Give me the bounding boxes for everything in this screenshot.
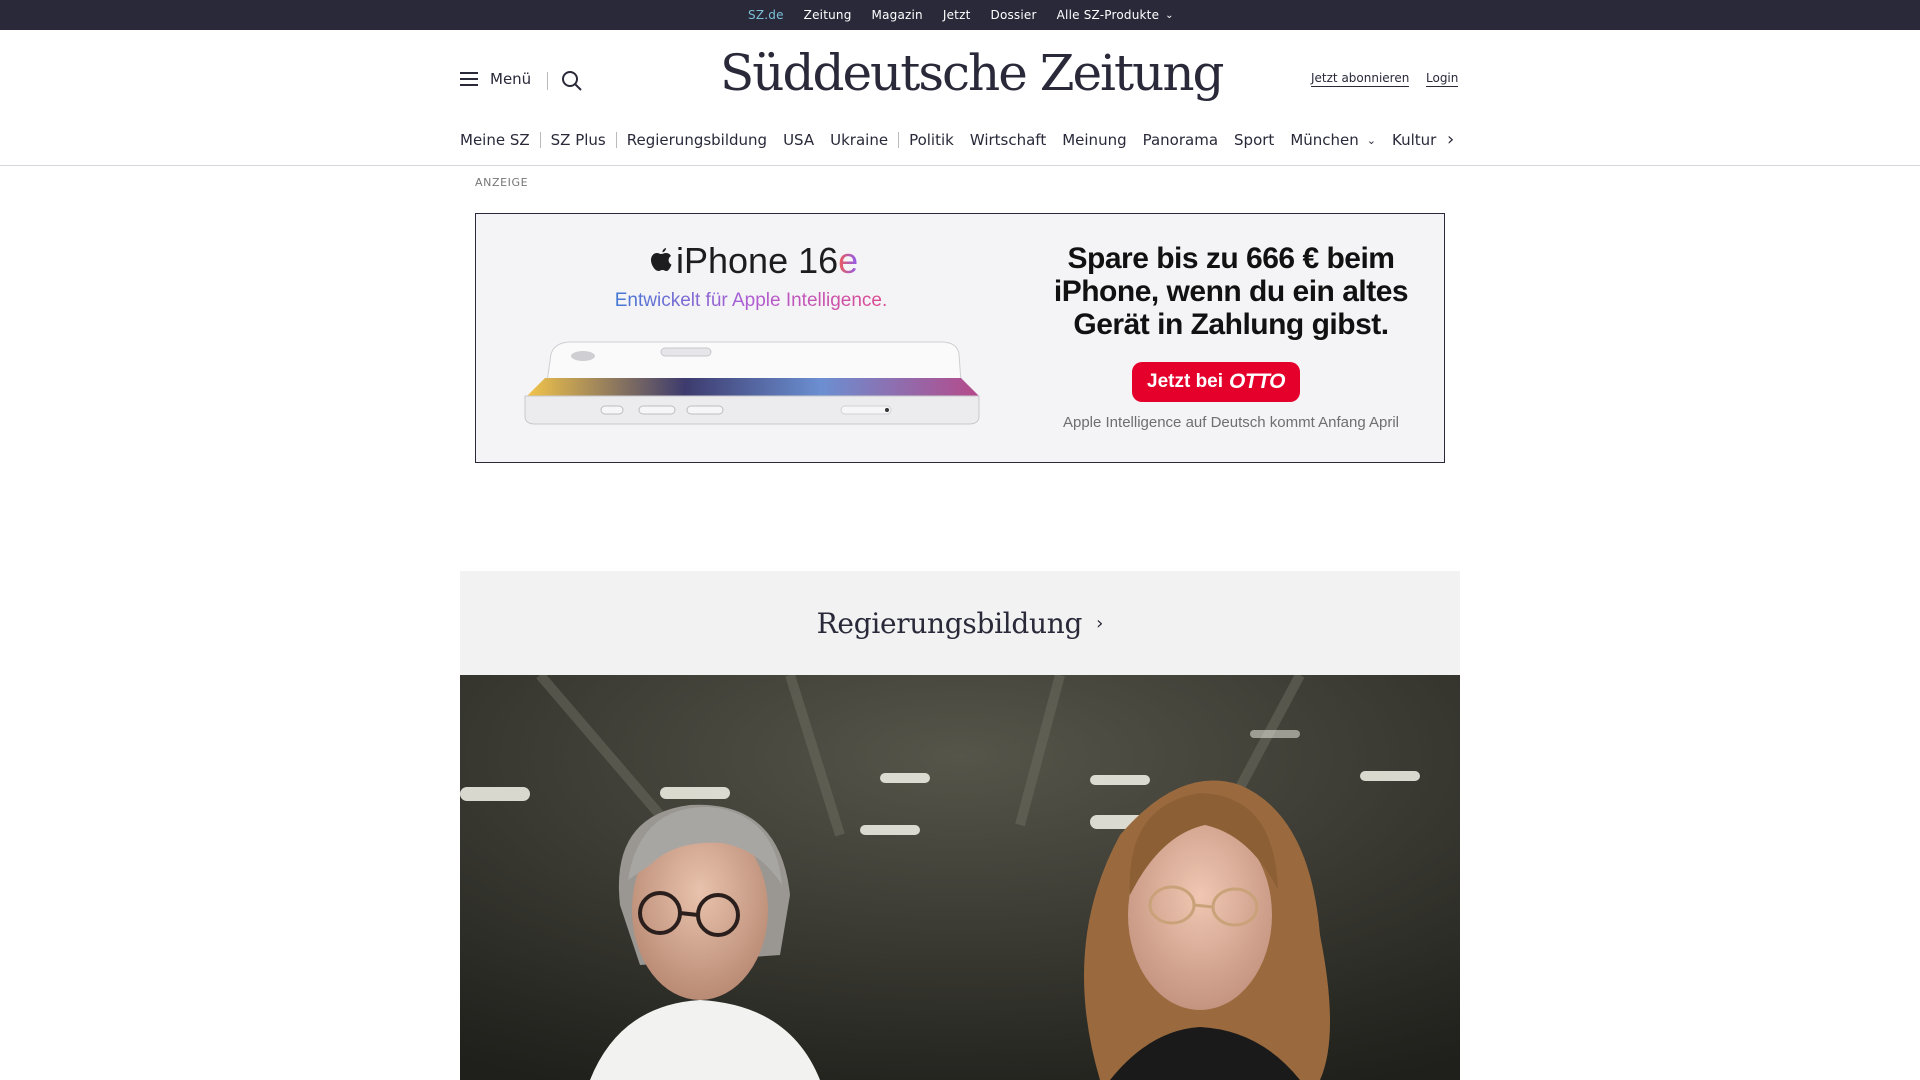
nav-item-sport[interactable]: Sport xyxy=(1234,131,1274,149)
ad-cta-label: Jetzt bei xyxy=(1147,371,1224,392)
top-link-zeitung[interactable]: Zeitung xyxy=(804,8,852,22)
nav-item-sz-plus[interactable]: SZ Plus xyxy=(551,131,606,149)
login-link[interactable]: Login xyxy=(1426,71,1459,87)
top-link-sz-de[interactable]: SZ.de xyxy=(748,8,784,22)
menu-label: Menü xyxy=(490,70,532,88)
nav-item-usa[interactable]: USA xyxy=(783,131,814,149)
nav-divider xyxy=(615,132,617,148)
section-title: Regierungsbildung xyxy=(816,606,1083,640)
otto-logo: OTTO xyxy=(1229,370,1285,393)
nav-item-kultur[interactable]: Kultur xyxy=(1392,131,1436,149)
top-bar: SZ.de Zeitung Magazin Jetzt Dossier Alle… xyxy=(0,0,1920,30)
apple-logo-icon xyxy=(651,248,672,271)
nav-item-politik[interactable]: Politik xyxy=(909,131,954,149)
main-navigation: Meine SZ SZ Plus Regierungsbildung USA U… xyxy=(460,130,1452,150)
top-link-alle-produkte-label: Alle SZ-Produkte xyxy=(1056,8,1160,22)
nav-divider xyxy=(539,132,541,148)
iphone-product-image xyxy=(524,341,980,425)
hamburger-icon xyxy=(460,72,478,86)
nav-item-meine-sz[interactable]: Meine SZ xyxy=(460,131,530,149)
chevron-right-icon: › xyxy=(1096,612,1104,634)
nav-item-wirtschaft[interactable]: Wirtschaft xyxy=(970,131,1046,149)
site-header: Menü Süddeutsche Zeitung Jetzt abonniere… xyxy=(0,30,1920,166)
nav-divider xyxy=(898,132,900,148)
top-link-magazin[interactable]: Magazin xyxy=(872,8,923,22)
nav-item-panorama[interactable]: Panorama xyxy=(1143,131,1218,149)
subscribe-link[interactable]: Jetzt abonnieren xyxy=(1311,71,1410,87)
section-header[interactable]: Regierungsbildung › xyxy=(460,571,1460,675)
chevron-down-icon: ⌄ xyxy=(1366,133,1376,147)
ad-headline: Spare bis zu 666 € beim iPhone, wenn du … xyxy=(1053,242,1409,341)
top-bar-links: SZ.de Zeitung Magazin Jetzt Dossier Alle… xyxy=(748,0,1194,30)
ad-product-title: iPhone 16e xyxy=(648,240,858,282)
top-link-alle-produkte[interactable]: Alle SZ-Produkte ⌄ xyxy=(1057,8,1174,22)
hero-article-image[interactable] xyxy=(460,675,1460,1080)
hero-photo xyxy=(460,675,1460,1080)
ad-product-suffix: e xyxy=(838,240,859,281)
nav-item-meinung[interactable]: Meinung xyxy=(1062,131,1126,149)
nav-item-ukraine[interactable]: Ukraine xyxy=(830,131,888,149)
nav-scroll-right-icon[interactable]: › xyxy=(1447,129,1454,150)
ad-label: ANZEIGE xyxy=(475,176,529,189)
nav-item-muenchen[interactable]: München ⌄ xyxy=(1290,131,1376,149)
chevron-down-icon: ⌄ xyxy=(1165,10,1174,21)
site-logo[interactable]: Süddeutsche Zeitung xyxy=(720,44,1225,102)
ad-cta-button[interactable]: Jetzt bei OTTO xyxy=(1132,362,1300,402)
ad-subtitle: Entwickelt für Apple Intelligence. xyxy=(606,290,896,312)
ad-footnote: Apple Intelligence auf Deutsch kommt Anf… xyxy=(1062,414,1400,431)
search-icon[interactable] xyxy=(561,70,583,92)
ad-banner[interactable]: iPhone 16e Entwickelt für Apple Intellig… xyxy=(475,213,1445,463)
ad-product-name: iPhone 16 xyxy=(676,240,839,281)
header-divider xyxy=(547,72,548,90)
menu-button[interactable]: Menü xyxy=(460,70,531,88)
nav-item-regierungsbildung[interactable]: Regierungsbildung xyxy=(627,131,767,149)
top-link-dossier[interactable]: Dossier xyxy=(991,8,1037,22)
nav-item-muenchen-label: München xyxy=(1290,131,1359,149)
top-link-jetzt[interactable]: Jetzt xyxy=(943,8,971,22)
